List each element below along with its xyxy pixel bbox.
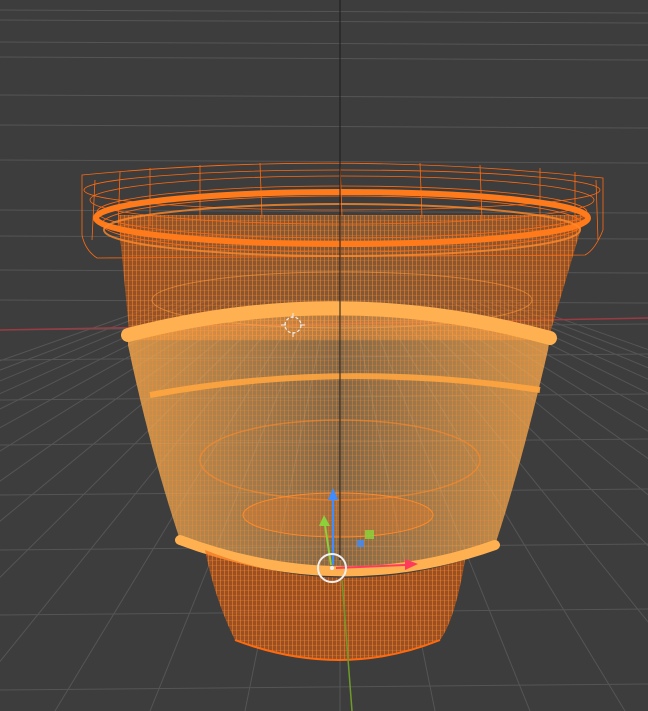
3d-viewport[interactable] — [0, 0, 648, 711]
grid-line — [0, 159, 648, 164]
grid-line — [0, 19, 648, 24]
grid-line — [0, 683, 648, 691]
grid-line — [0, 94, 648, 99]
viewport-canvas[interactable] — [0, 0, 648, 711]
grid-line — [0, 41, 648, 46]
gizmo-yz-plane[interactable] — [365, 530, 374, 539]
grid-line — [0, 9, 648, 14]
grid-line — [0, 56, 648, 61]
gizmo-pivot-dot — [330, 566, 334, 570]
gizmo-xz-plane[interactable] — [357, 540, 364, 547]
grid-line — [0, 124, 648, 129]
